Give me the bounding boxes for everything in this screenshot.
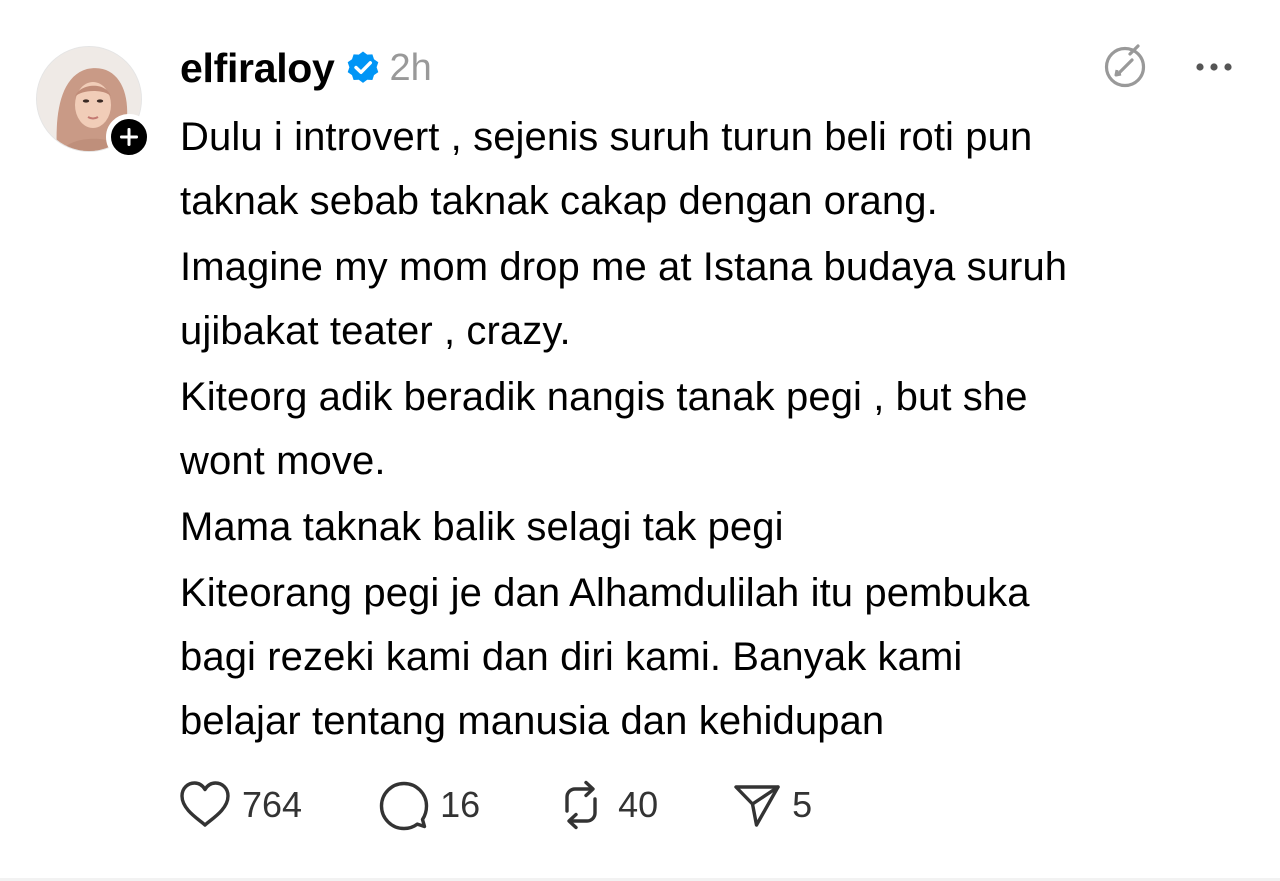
comment-bubble-icon	[379, 781, 429, 831]
post-action-bar: 764 16 40 5	[178, 775, 812, 835]
reply-count: 16	[440, 784, 481, 825]
edit-circle-icon[interactable]	[1100, 42, 1150, 92]
post-body: Dulu i introvert , sejenis suruh turun b…	[180, 105, 1260, 755]
post-paragraph: Dulu i introvert , sejenis suruh turun b…	[180, 115, 1033, 223]
share-button[interactable]: 5	[732, 780, 812, 830]
post-timestamp: 2h	[389, 46, 432, 89]
follow-button[interactable]	[106, 114, 152, 160]
repost-count: 40	[618, 784, 659, 825]
more-dots-icon[interactable]	[1192, 52, 1236, 82]
post-paragraph: Kiteorg adik beradik nangis tanak pegi ,…	[180, 375, 1028, 483]
repost-button[interactable]: 40	[554, 779, 658, 831]
username[interactable]: elfiraloy	[180, 45, 335, 92]
like-count: 764	[242, 784, 303, 825]
like-button[interactable]: 764	[178, 780, 302, 830]
thread-post: elfiraloy 2h Dulu i introvert , sejenis …	[0, 0, 1280, 881]
heart-icon	[180, 781, 230, 827]
reply-button[interactable]: 16	[378, 779, 480, 831]
send-icon	[734, 785, 780, 827]
plus-icon	[120, 128, 138, 146]
post-paragraph: Kiteorang pegi je dan Alhamdulilah itu p…	[180, 571, 1030, 743]
verified-badge-icon	[345, 50, 381, 86]
header-actions	[1100, 42, 1240, 90]
post-paragraph: Mama taknak balik selagi tak pegi	[180, 505, 784, 549]
avatar-container	[36, 46, 152, 160]
repost-icon	[565, 780, 597, 830]
post-header: elfiraloy 2h	[180, 40, 432, 96]
post-paragraph: Imagine my mom drop me at Istana budaya …	[180, 245, 1068, 353]
share-count: 5	[792, 784, 813, 825]
